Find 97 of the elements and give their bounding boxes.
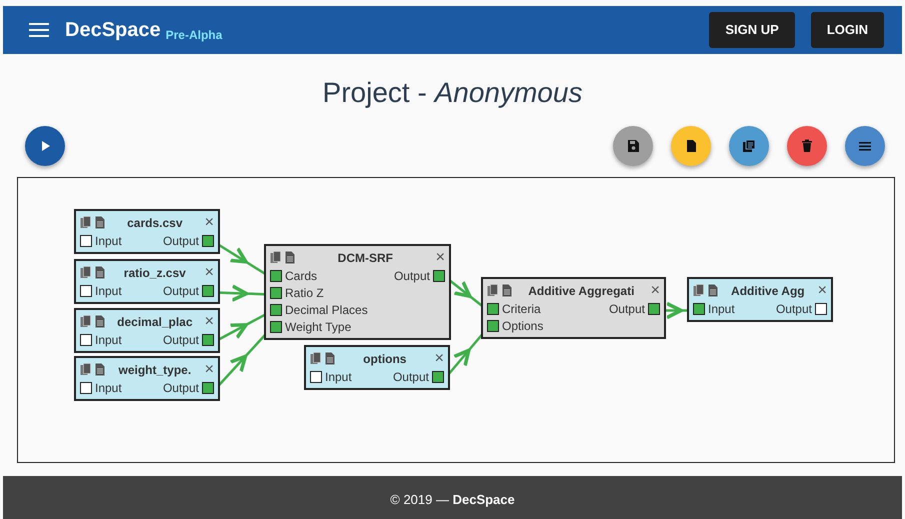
node-title: weight_type. [117, 362, 192, 379]
port-label: Output [162, 380, 199, 398]
process-node[interactable]: Additive Aggregati × Criteria Output Options [481, 276, 666, 339]
menu-icon[interactable] [29, 22, 49, 38]
data-node[interactable]: options × Input Output [304, 344, 450, 390]
copy-icon[interactable] [80, 266, 92, 280]
node-title: Additive Aggregati [527, 282, 636, 300]
copy-icon[interactable] [80, 363, 92, 376]
document-icon[interactable] [285, 251, 295, 264]
close-icon[interactable]: × [204, 264, 214, 281]
port-label: Input [95, 233, 122, 250]
output-port[interactable] [202, 285, 214, 298]
trash-icon [800, 138, 814, 153]
input-port[interactable] [487, 320, 499, 332]
port-label: Ratio Z [285, 285, 324, 302]
document-icon[interactable] [708, 284, 718, 298]
port-label: Output [608, 301, 645, 318]
input-port[interactable] [693, 303, 705, 316]
output-port[interactable] [202, 382, 214, 394]
port-label: Output [162, 283, 199, 300]
copy-icon[interactable] [80, 216, 92, 230]
copy-icon[interactable] [487, 284, 499, 298]
output-port[interactable] [648, 303, 660, 316]
node-title: DCM-SRF [336, 250, 394, 267]
save-icon [626, 138, 640, 153]
input-port[interactable] [80, 235, 92, 248]
menu-button[interactable] [845, 126, 885, 166]
document-icon[interactable] [502, 284, 512, 298]
copy-icon [742, 138, 756, 153]
input-port[interactable] [80, 285, 92, 298]
port-label: Output [394, 268, 430, 286]
version-tag: Pre-Alpha [166, 26, 222, 44]
copies-button[interactable] [729, 126, 769, 166]
node-title: decimal_plac [116, 314, 194, 331]
input-port[interactable] [80, 334, 92, 346]
save-button[interactable] [613, 126, 653, 166]
input-port[interactable] [310, 371, 322, 384]
close-icon[interactable]: × [818, 282, 827, 299]
node-title: ratio_z.csv [122, 264, 187, 282]
node-title: Additive Agg [730, 282, 806, 300]
data-node[interactable]: decimal_plac × Input Output [74, 308, 220, 353]
file-icon [684, 138, 698, 153]
process-node[interactable]: DCM-SRF × Cards Output Ratio Z Decimal Places Weight Type [264, 244, 451, 340]
output-port[interactable] [432, 371, 444, 384]
document-icon[interactable] [325, 352, 335, 366]
input-port[interactable] [270, 270, 282, 282]
port-label: Input [95, 283, 122, 300]
port-label: Output [392, 369, 429, 386]
close-icon[interactable]: × [650, 282, 660, 299]
port-label: Input [325, 369, 352, 386]
port-label: Input [708, 301, 735, 318]
close-icon[interactable]: × [204, 214, 214, 231]
copy-icon[interactable] [270, 251, 282, 264]
data-node[interactable]: ratio_z.csv × Input Output [74, 258, 220, 304]
document-icon[interactable] [95, 216, 105, 230]
port-label: Output [162, 233, 199, 250]
input-port[interactable] [80, 382, 92, 394]
port-label: Input [95, 332, 122, 350]
port-label: Input [95, 380, 122, 398]
brand-name[interactable]: DecSpace [65, 15, 161, 45]
input-port[interactable] [270, 287, 282, 300]
port-label: Criteria [502, 301, 541, 318]
output-port[interactable] [433, 270, 445, 282]
copy-icon[interactable] [80, 315, 92, 328]
copy-icon[interactable] [693, 284, 705, 298]
project-title: Project - Anonymous [322, 76, 584, 110]
output-port[interactable] [815, 303, 827, 316]
run-button[interactable] [25, 126, 65, 166]
port-label: Cards [285, 268, 318, 286]
new-button[interactable] [671, 126, 711, 166]
node-title: cards.csv [126, 214, 184, 232]
node-title: options [362, 350, 408, 368]
copy-icon[interactable] [310, 352, 322, 366]
data-node[interactable]: Additive Agg × Input Output [687, 276, 833, 322]
port-label: Decimal Places [285, 302, 368, 320]
data-node[interactable]: weight_type. × Input Output [74, 356, 220, 401]
close-icon[interactable]: × [204, 362, 214, 378]
close-icon[interactable]: × [204, 314, 214, 330]
login-button[interactable]: LOGIN [810, 12, 884, 48]
output-port[interactable] [202, 235, 214, 248]
port-label: Options [502, 318, 544, 336]
input-port[interactable] [270, 321, 282, 334]
output-port[interactable] [202, 334, 214, 346]
port-label: Output [776, 301, 812, 318]
delete-button[interactable] [787, 126, 827, 166]
document-icon[interactable] [95, 363, 105, 376]
port-label: Weight Type [285, 319, 352, 336]
input-port[interactable] [270, 304, 282, 316]
sign-up-button[interactable]: SIGN UP [709, 12, 795, 48]
document-icon[interactable] [95, 266, 105, 280]
port-label: Output [162, 332, 199, 350]
input-port[interactable] [487, 303, 499, 316]
data-node[interactable]: cards.csv × Input Output [74, 208, 220, 254]
document-icon[interactable] [95, 315, 105, 328]
close-icon[interactable]: × [434, 350, 444, 367]
footer-text: © 2019 — DecSpace [3, 476, 902, 519]
close-icon[interactable]: × [436, 250, 445, 266]
